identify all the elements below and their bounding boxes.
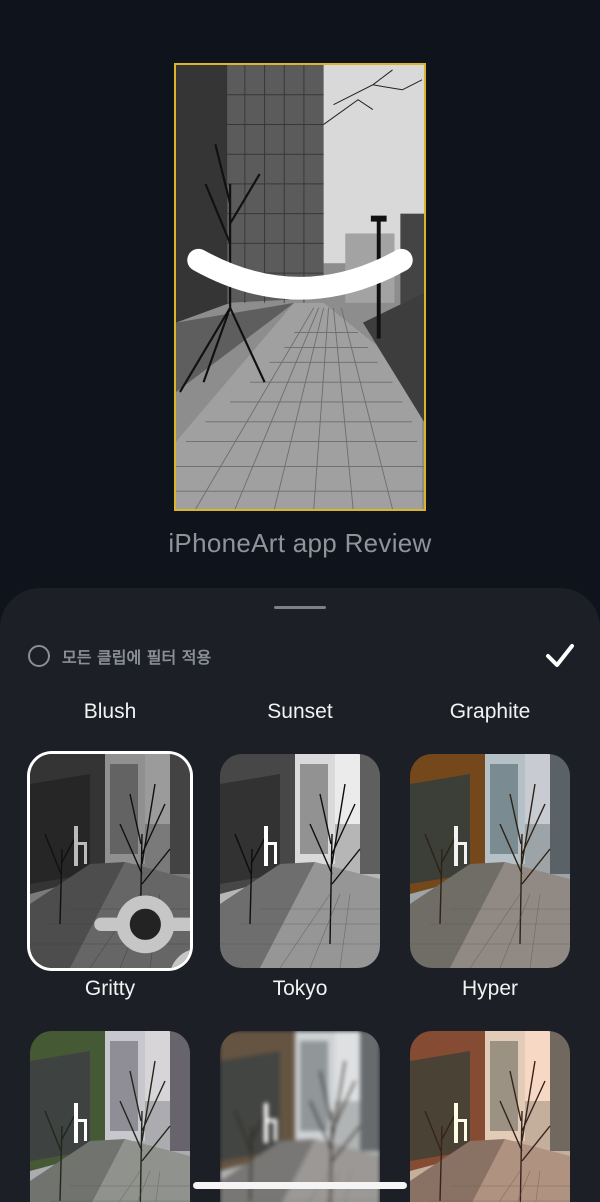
filter-preview-image	[30, 1031, 190, 1202]
apply-to-all-clips-toggle[interactable]: 모든 클립에 필터 적용	[28, 644, 211, 668]
apply-to-all-label: 모든 클립에 필터 적용	[62, 648, 212, 667]
filter-preview-image	[410, 1031, 570, 1202]
filter-thumb-red[interactable]	[410, 1031, 570, 1202]
radio-unchecked-icon[interactable]	[28, 645, 50, 667]
filter-label-graphite: Graphite	[449, 700, 531, 723]
filter-sheet: 모든 클립에 필터 적용 Blush Sunset Graphite Gritt…	[0, 588, 600, 1202]
filter-label-sunset: Sunset	[267, 700, 333, 723]
filter-thumb-soft[interactable]	[220, 1031, 380, 1202]
filter-thumb-green[interactable]	[30, 1031, 190, 1202]
filter-thumb-gritty[interactable]	[30, 754, 190, 968]
filter-preview-image	[220, 1031, 380, 1202]
filter-thumb-tokyo[interactable]	[220, 754, 380, 968]
filter-thumb-hyper[interactable]	[410, 754, 570, 968]
filter-preview-image	[220, 754, 380, 968]
filter-label-tokyo: Tokyo	[272, 977, 328, 1000]
filter-label-gritty: Gritty	[84, 977, 136, 1000]
sliders-icon[interactable]	[92, 844, 190, 968]
filter-label-hyper: Hyper	[461, 977, 519, 1000]
project-title: iPhoneArt app Review	[168, 528, 432, 558]
home-indicator[interactable]	[193, 1182, 407, 1189]
selected-clip-preview[interactable]	[174, 63, 426, 511]
screen: iPhoneArt app Review 모든 클립에 필터 적용 Blush …	[0, 0, 600, 1202]
sheet-grabber[interactable]	[274, 606, 326, 609]
filter-preview-image	[410, 754, 570, 968]
checkmark-icon[interactable]	[544, 640, 576, 670]
filter-label-blush: Blush	[83, 700, 137, 723]
chevron-down-icon[interactable]	[176, 63, 424, 499]
